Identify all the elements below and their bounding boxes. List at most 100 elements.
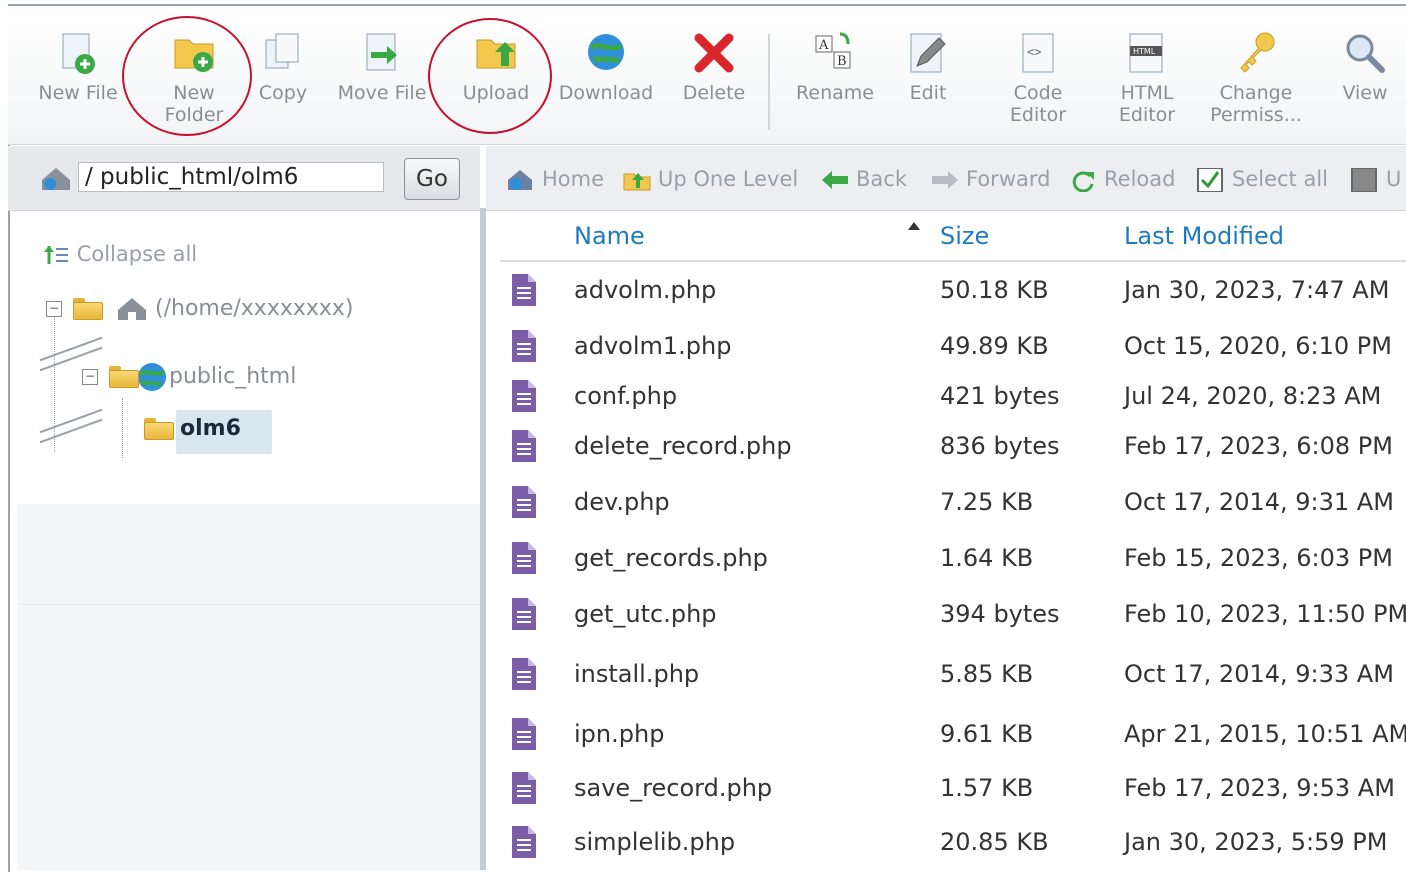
html-editor-icon: HTML [1124, 30, 1170, 76]
php-file-icon [512, 486, 536, 518]
nav-home[interactable]: Home [506, 166, 604, 192]
new-file-button[interactable]: New File [38, 20, 118, 136]
svg-text:HTML: HTML [1133, 47, 1156, 56]
collapse-toggle-icon[interactable]: − [82, 369, 98, 385]
file-name[interactable]: get_records.php [574, 544, 768, 572]
file-name[interactable]: conf.php [574, 382, 677, 410]
delete-x-icon [691, 30, 737, 76]
svg-text:<>: <> [1027, 45, 1041, 59]
file-list: Name Size Last Modified advolm.php 50.18 … [500, 214, 1406, 870]
tree-divider [18, 604, 480, 605]
file-name[interactable]: advolm.php [574, 276, 716, 304]
home-icon [506, 168, 536, 192]
file-name[interactable]: save_record.php [574, 774, 772, 802]
file-name[interactable]: simplelib.php [574, 828, 735, 856]
collapse-tree-icon [44, 246, 68, 264]
tree-node-olm6[interactable]: olm6 [144, 416, 241, 441]
file-row[interactable]: get_records.php 1.64 KB Feb 15, 2023, 6:03… [500, 532, 1406, 584]
file-row[interactable]: advolm.php 50.18 KB Jan 30, 2023, 7:47 AM [500, 264, 1406, 316]
file-last-modified: Oct 17, 2014, 9:33 AM [1124, 660, 1394, 688]
file-row[interactable]: save_record.php 1.57 KB Feb 17, 2023, 9:53… [500, 762, 1406, 814]
file-last-modified: Feb 17, 2023, 9:53 AM [1124, 774, 1395, 802]
toolbar: New File New Folder Copy Move File Uploa… [8, 6, 1406, 145]
new-folder-icon [171, 30, 217, 76]
file-name[interactable]: install.php [574, 660, 699, 688]
up-folder-icon [622, 168, 652, 192]
nav-forward[interactable]: Forward [930, 166, 1050, 192]
upload-button[interactable]: Upload [454, 20, 538, 136]
edit-button[interactable]: Edit [898, 20, 958, 136]
html-editor-button[interactable]: HTML HTML Editor [1104, 20, 1190, 136]
file-last-modified: Feb 17, 2023, 6:08 PM [1124, 432, 1393, 460]
file-row[interactable]: delete_record.php 836 bytes Feb 17, 2023, … [500, 420, 1406, 472]
php-file-icon [512, 380, 536, 412]
home-path-icon [40, 166, 74, 192]
copy-button[interactable]: Copy [248, 20, 318, 136]
nav-back[interactable]: Back [820, 166, 907, 192]
php-file-icon [512, 718, 536, 750]
reload-icon [1068, 168, 1098, 193]
file-name[interactable]: get_utc.php [574, 600, 717, 628]
rename-button[interactable]: AB Rename [788, 20, 882, 136]
file-row[interactable]: advolm1.php 49.89 KB Oct 15, 2020, 6:10 PM [500, 320, 1406, 372]
edit-pencil-icon [905, 30, 951, 76]
tree-node-home[interactable]: − (/home/xxxxxxxx) [46, 296, 354, 322]
file-size: 50.18 KB [940, 276, 1049, 304]
file-list-header: Name Size Last Modified [500, 214, 1406, 262]
php-file-icon [512, 826, 536, 858]
nav-reload[interactable]: Reload [1068, 166, 1175, 193]
file-last-modified: Oct 17, 2014, 9:31 AM [1124, 488, 1394, 516]
open-folder-icon [109, 366, 139, 388]
checkbox-checked-icon [1196, 167, 1226, 193]
column-header-size[interactable]: Size [940, 222, 989, 250]
column-header-name[interactable]: Name [574, 222, 645, 250]
column-header-last-modified[interactable]: Last Modified [1124, 222, 1284, 250]
download-button[interactable]: Download [554, 20, 658, 136]
file-row[interactable]: conf.php 421 bytes Jul 24, 2020, 8:23 AM [500, 370, 1406, 422]
tree-node-public-html[interactable]: − public_html [82, 362, 296, 392]
copy-icon [260, 30, 306, 76]
file-size: 7.25 KB [940, 488, 1034, 516]
php-file-icon [512, 330, 536, 362]
go-button[interactable]: Go [404, 158, 460, 200]
file-name[interactable]: dev.php [574, 488, 670, 516]
move-file-button[interactable]: Move File [330, 20, 434, 136]
file-row[interactable]: simplelib.php 20.85 KB Jan 30, 2023, 5:59 … [500, 816, 1406, 868]
file-size: 394 bytes [940, 600, 1060, 628]
file-size: 49.89 KB [940, 332, 1049, 360]
file-last-modified: Feb 15, 2023, 6:03 PM [1124, 544, 1393, 572]
nav-up-one-level[interactable]: Up One Level [622, 166, 798, 192]
new-folder-button[interactable]: New Folder [148, 20, 240, 136]
code-editor-button[interactable]: <> Code Editor [998, 20, 1078, 136]
path-input[interactable] [78, 162, 384, 192]
delete-button[interactable]: Delete [674, 20, 754, 136]
file-name[interactable]: delete_record.php [574, 432, 792, 460]
pane-splitter[interactable] [480, 208, 486, 870]
php-file-icon [512, 658, 536, 690]
code-editor-icon: <> [1015, 30, 1061, 76]
file-size: 421 bytes [940, 382, 1060, 410]
globe-download-icon [583, 30, 629, 76]
collapse-all-link[interactable]: Collapse all [42, 242, 197, 266]
file-row[interactable]: get_utc.php 394 bytes Feb 10, 2023, 11:50 … [500, 588, 1406, 640]
file-size: 836 bytes [940, 432, 1060, 460]
file-size: 9.61 KB [940, 720, 1034, 748]
view-button[interactable]: View [1330, 20, 1400, 136]
nav-unselect-all[interactable]: U [1350, 166, 1401, 193]
folder-icon [144, 418, 174, 440]
move-file-icon [359, 30, 405, 76]
file-name[interactable]: ipn.php [574, 720, 664, 748]
file-row[interactable]: install.php 5.85 KB Oct 17, 2014, 9:33 AM [500, 648, 1406, 700]
php-file-icon [512, 274, 536, 306]
file-last-modified: Jan 30, 2023, 7:47 AM [1124, 276, 1390, 304]
navigation-bar: Home Up One Level Back Forward Reload Se… [486, 146, 1406, 211]
collapse-toggle-icon[interactable]: − [46, 301, 62, 317]
nav-select-all[interactable]: Select all [1196, 166, 1328, 193]
cut-mark [39, 418, 103, 444]
file-row[interactable]: dev.php 7.25 KB Oct 17, 2014, 9:31 AM [500, 476, 1406, 528]
rename-icon: AB [812, 30, 858, 76]
file-row[interactable]: ipn.php 9.61 KB Apr 21, 2015, 10:51 AM [500, 708, 1406, 760]
change-permissions-button[interactable]: Change Permiss... [1204, 20, 1308, 136]
file-name[interactable]: advolm1.php [574, 332, 731, 360]
file-size: 1.57 KB [940, 774, 1034, 802]
